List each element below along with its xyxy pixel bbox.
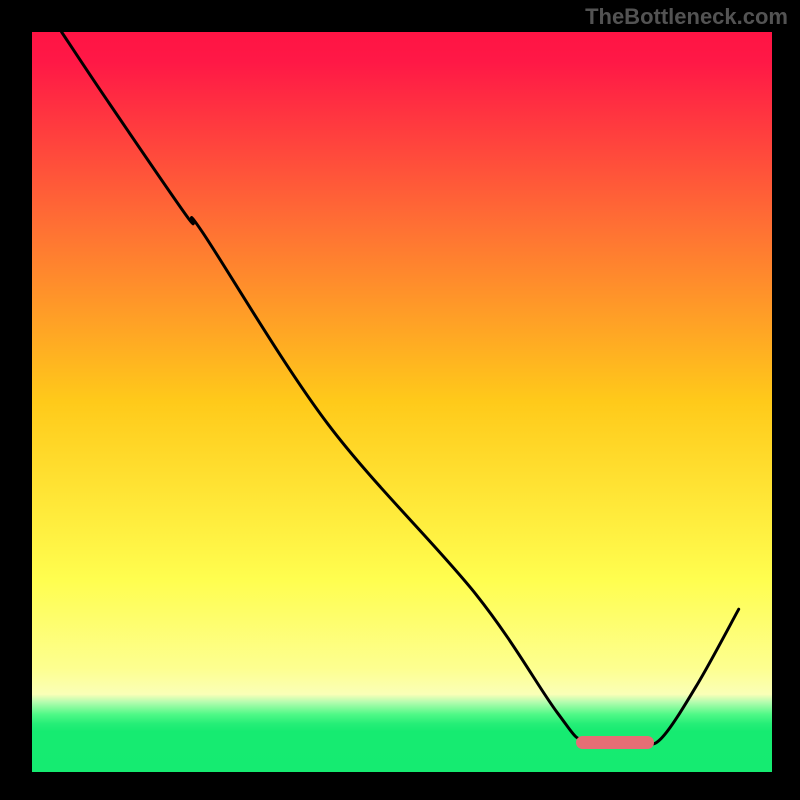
curve-path xyxy=(62,32,739,745)
optimal-range-pill xyxy=(576,736,654,749)
chart-root: TheBottleneck.com xyxy=(0,0,800,800)
bottleneck-curve xyxy=(32,32,772,772)
watermark-text: TheBottleneck.com xyxy=(585,4,788,30)
plot-area xyxy=(32,32,772,772)
